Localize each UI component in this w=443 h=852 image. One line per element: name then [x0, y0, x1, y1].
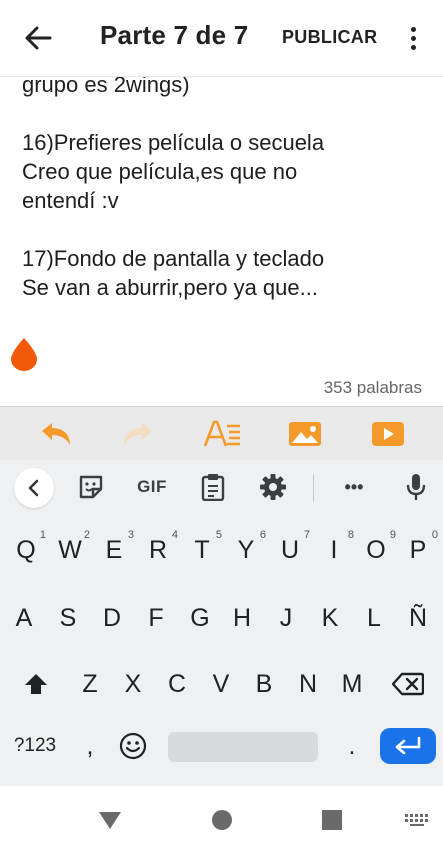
- key-w[interactable]: W2: [48, 529, 92, 570]
- key-v[interactable]: V: [199, 664, 243, 704]
- toolbar-divider: [313, 474, 314, 502]
- backspace-icon: [392, 672, 424, 696]
- key-hint: 3: [127, 529, 134, 541]
- key-hint: 5: [215, 529, 222, 541]
- key-m[interactable]: M: [330, 664, 374, 704]
- mic-icon[interactable]: [401, 472, 431, 502]
- format-toolbar: [0, 406, 443, 460]
- gear-icon[interactable]: [258, 472, 288, 502]
- enter-icon: [395, 736, 421, 755]
- editor-line: 17)Fondo de pantalla y teclado: [22, 246, 325, 271]
- key-label: W: [58, 535, 82, 564]
- key-i[interactable]: I8: [312, 529, 356, 570]
- keyboard-back-button[interactable]: [14, 468, 54, 508]
- key-hint: 0: [431, 529, 438, 541]
- key-label: Q: [16, 535, 36, 564]
- key-label: O: [366, 535, 386, 564]
- keyboard-toolbar: GIF •••: [0, 460, 443, 516]
- back-button[interactable]: [18, 20, 58, 56]
- key-e[interactable]: E3: [92, 529, 136, 570]
- clipboard-icon[interactable]: [198, 472, 228, 502]
- editor-line: entendí :v: [22, 188, 119, 213]
- key-enye[interactable]: Ñ: [396, 598, 440, 638]
- editor-line: 16)Prefieres película o secuela: [22, 130, 325, 155]
- key-l[interactable]: L: [352, 598, 396, 638]
- arrow-left-icon: [25, 26, 52, 50]
- home-circle-icon[interactable]: [208, 806, 236, 834]
- sticker-icon[interactable]: [76, 472, 106, 502]
- keyboard: G I F ••• Q 1 W 2 E 3 R 4 T 5 Y 6 U 7 I 8 …: [0, 460, 443, 786]
- key-o[interactable]: O9: [354, 529, 398, 570]
- editor-line: Creo que película,es que no: [22, 159, 298, 184]
- dot: [410, 44, 416, 50]
- emoji-key[interactable]: [112, 728, 154, 764]
- text-format-icon[interactable]: [202, 418, 242, 450]
- publish-button[interactable]: PUBLICAR: [282, 27, 377, 48]
- post-editor[interactable]: grupo es 2wings) 16)Prefieres película o…: [22, 70, 432, 302]
- key-label: Y: [237, 535, 255, 564]
- cursor-handle-icon[interactable]: [9, 337, 39, 371]
- video-icon[interactable]: [368, 418, 408, 450]
- key-s[interactable]: S: [46, 598, 90, 638]
- key-z[interactable]: Z: [68, 664, 112, 704]
- gif-label: GIF: [137, 477, 167, 496]
- key-label: E: [105, 535, 123, 564]
- key-hint: 7: [303, 529, 310, 541]
- key-label: U: [280, 535, 300, 564]
- key-h[interactable]: H: [220, 598, 264, 638]
- more-icon[interactable]: •••: [336, 472, 372, 502]
- key-j[interactable]: J: [264, 598, 308, 638]
- key-u[interactable]: U7: [268, 529, 312, 570]
- key-label: P: [409, 535, 427, 564]
- shift-key[interactable]: [14, 664, 58, 704]
- key-c[interactable]: C: [155, 664, 199, 704]
- key-t[interactable]: T5: [180, 529, 224, 570]
- shift-icon: [25, 674, 47, 694]
- redo-icon[interactable]: [118, 418, 158, 450]
- key-label: T: [194, 535, 210, 564]
- key-hint: 6: [259, 529, 266, 541]
- dot: [410, 35, 416, 41]
- key-hint: 4: [171, 529, 178, 541]
- back-triangle-icon[interactable]: [96, 806, 124, 834]
- key-hint: 1: [39, 529, 46, 541]
- symbols-key[interactable]: ?123: [4, 728, 66, 764]
- key-q[interactable]: Q1: [4, 529, 48, 570]
- recents-square-icon[interactable]: [318, 806, 346, 834]
- key-f[interactable]: F: [134, 598, 178, 638]
- backspace-key[interactable]: [384, 664, 432, 704]
- key-k[interactable]: K: [308, 598, 352, 638]
- key-x[interactable]: X: [111, 664, 155, 704]
- key-hint: 2: [83, 529, 90, 541]
- key-label: I: [330, 535, 338, 564]
- key-r[interactable]: R4: [136, 529, 180, 570]
- period-key[interactable]: .: [332, 728, 372, 764]
- comma-key[interactable]: ,: [70, 728, 110, 764]
- editor-line: Se van a aburrir,pero ya que...: [22, 275, 318, 300]
- page-title: Parte 7 de 7: [100, 20, 249, 50]
- key-d[interactable]: D: [90, 598, 134, 638]
- key-y[interactable]: Y6: [224, 529, 268, 570]
- dot: [410, 26, 416, 32]
- key-g[interactable]: G: [178, 598, 222, 638]
- keyboard-switch-icon[interactable]: [402, 806, 432, 834]
- app-bar: Parte 7 de 7 PUBLICAR: [0, 0, 443, 76]
- word-count: 353 palabras: [323, 378, 422, 397]
- key-a[interactable]: A: [2, 598, 46, 638]
- key-n[interactable]: N: [286, 664, 330, 704]
- emoji-icon: [119, 732, 147, 760]
- more-options-button[interactable]: [400, 20, 426, 56]
- chevron-left-icon: [28, 479, 39, 497]
- enter-key[interactable]: [380, 728, 436, 764]
- key-p[interactable]: P0: [396, 529, 440, 570]
- key-b[interactable]: B: [242, 664, 286, 704]
- gif-icon[interactable]: GIF: [134, 472, 170, 502]
- space-key[interactable]: [168, 732, 318, 762]
- key-label: R: [148, 535, 168, 564]
- image-icon[interactable]: [285, 418, 325, 450]
- undo-icon[interactable]: [36, 418, 76, 450]
- system-nav-bar: [0, 786, 443, 852]
